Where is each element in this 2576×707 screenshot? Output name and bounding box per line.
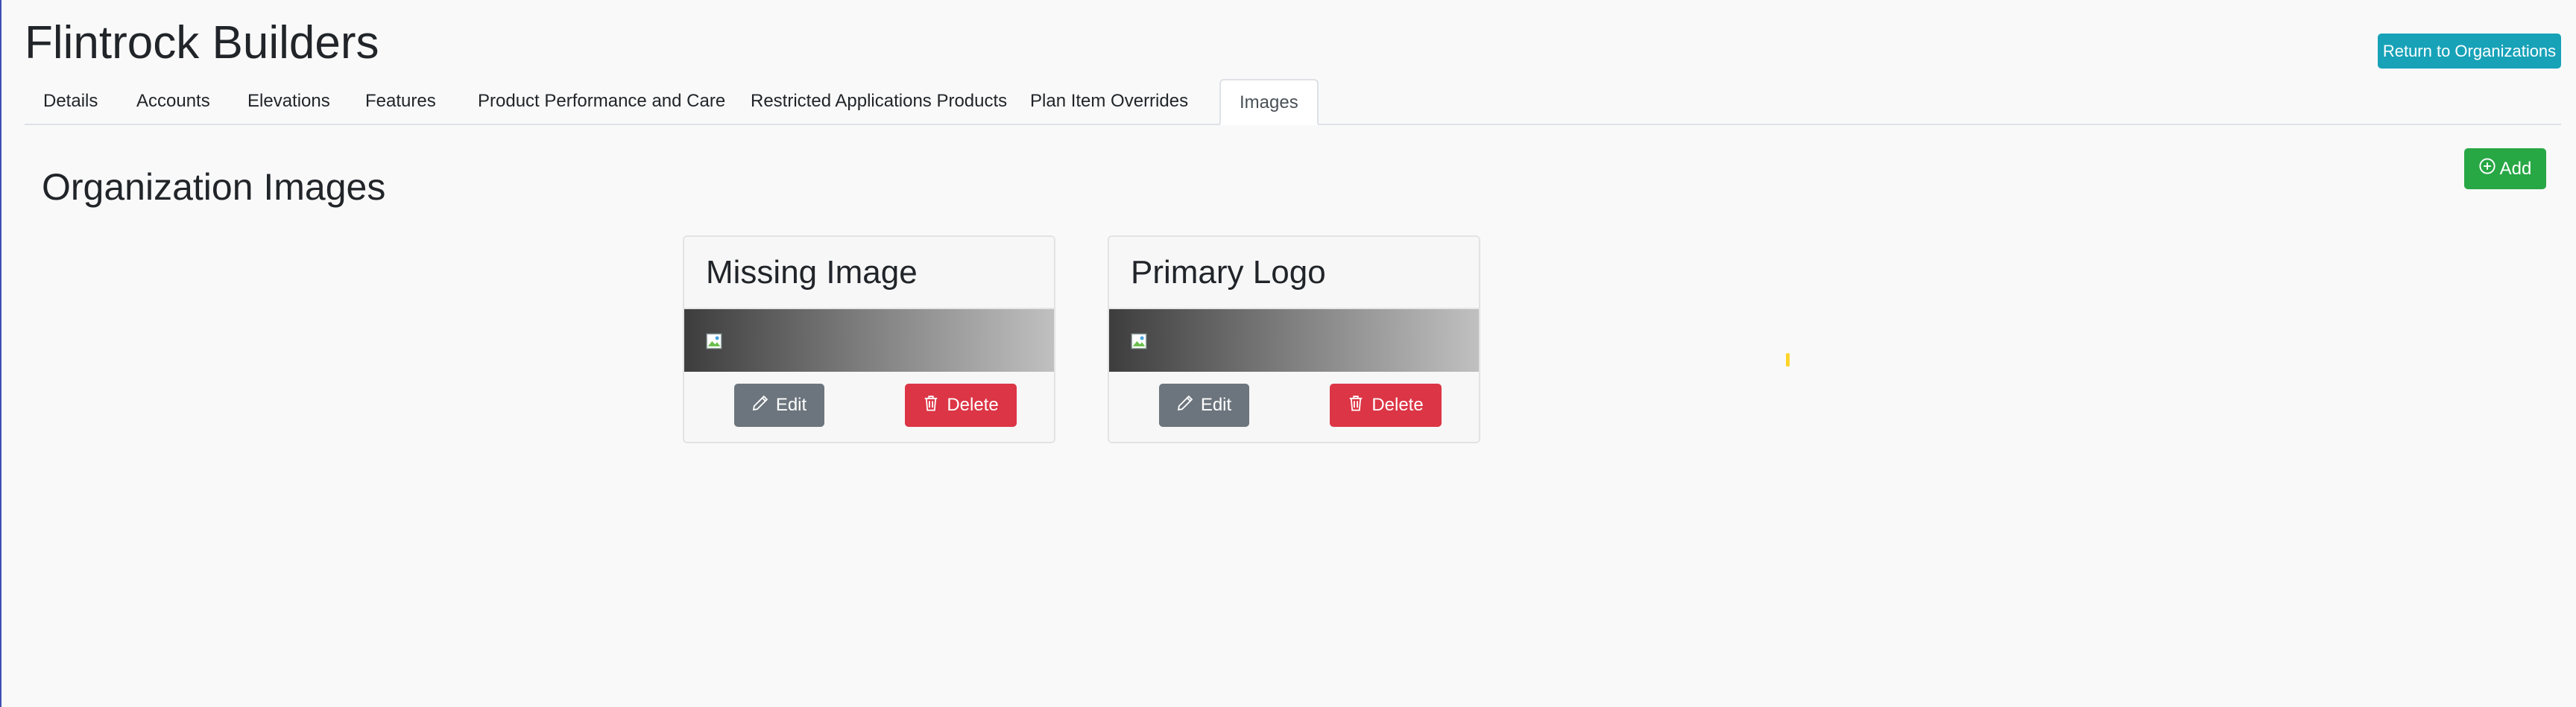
- pencil-icon: [752, 395, 768, 416]
- section-title: Organization Images: [42, 166, 386, 208]
- tab-restricted-applications-products[interactable]: Restricted Applications Products: [732, 79, 1026, 124]
- tab-plan-item-overrides[interactable]: Plan Item Overrides: [1011, 79, 1207, 124]
- tab-accounts[interactable]: Accounts: [118, 79, 229, 124]
- tab-elevations[interactable]: Elevations: [229, 79, 349, 124]
- card-image: [1109, 309, 1479, 372]
- card-image: [684, 309, 1054, 372]
- trash-icon: [923, 395, 939, 416]
- broken-image-icon: [706, 333, 722, 349]
- delete-button[interactable]: Delete: [905, 384, 1017, 427]
- delete-button-label: Delete: [1371, 395, 1424, 415]
- add-button-label: Add: [2499, 158, 2532, 179]
- page-title: Flintrock Builders: [25, 17, 379, 69]
- edit-button[interactable]: Edit: [1159, 384, 1249, 427]
- plus-circle-icon: [2479, 158, 2496, 180]
- add-image-button[interactable]: Add: [2464, 148, 2546, 189]
- image-card-missing-image: Missing Image Edit Delete: [683, 235, 1055, 443]
- tab-product-performance-and-care[interactable]: Product Performance and Care: [459, 79, 744, 124]
- card-header: Primary Logo: [1109, 237, 1479, 309]
- cursor-marker: [1786, 353, 1790, 367]
- edit-button[interactable]: Edit: [734, 384, 824, 427]
- broken-image-icon: [1131, 333, 1147, 349]
- tab-features[interactable]: Features: [347, 79, 455, 124]
- card-header: Missing Image: [684, 237, 1054, 309]
- tab-images[interactable]: Images: [1219, 79, 1319, 125]
- tab-details[interactable]: Details: [25, 79, 116, 124]
- return-to-organizations-button[interactable]: Return to Organizations: [2378, 34, 2561, 69]
- delete-button-label: Delete: [947, 395, 999, 415]
- card-title: Primary Logo: [1131, 253, 1326, 291]
- card-footer: Edit Delete: [684, 372, 1054, 442]
- edit-button-label: Edit: [775, 395, 807, 415]
- delete-button[interactable]: Delete: [1330, 384, 1442, 427]
- card-title: Missing Image: [706, 253, 918, 291]
- pencil-icon: [1177, 395, 1193, 416]
- tab-bar: Details Accounts Elevations Features Pro…: [25, 79, 2561, 125]
- trash-icon: [1348, 395, 1364, 416]
- image-card-primary-logo: Primary Logo Edit Delete: [1108, 235, 1480, 443]
- edit-button-label: Edit: [1200, 395, 1232, 415]
- card-footer: Edit Delete: [1109, 372, 1479, 442]
